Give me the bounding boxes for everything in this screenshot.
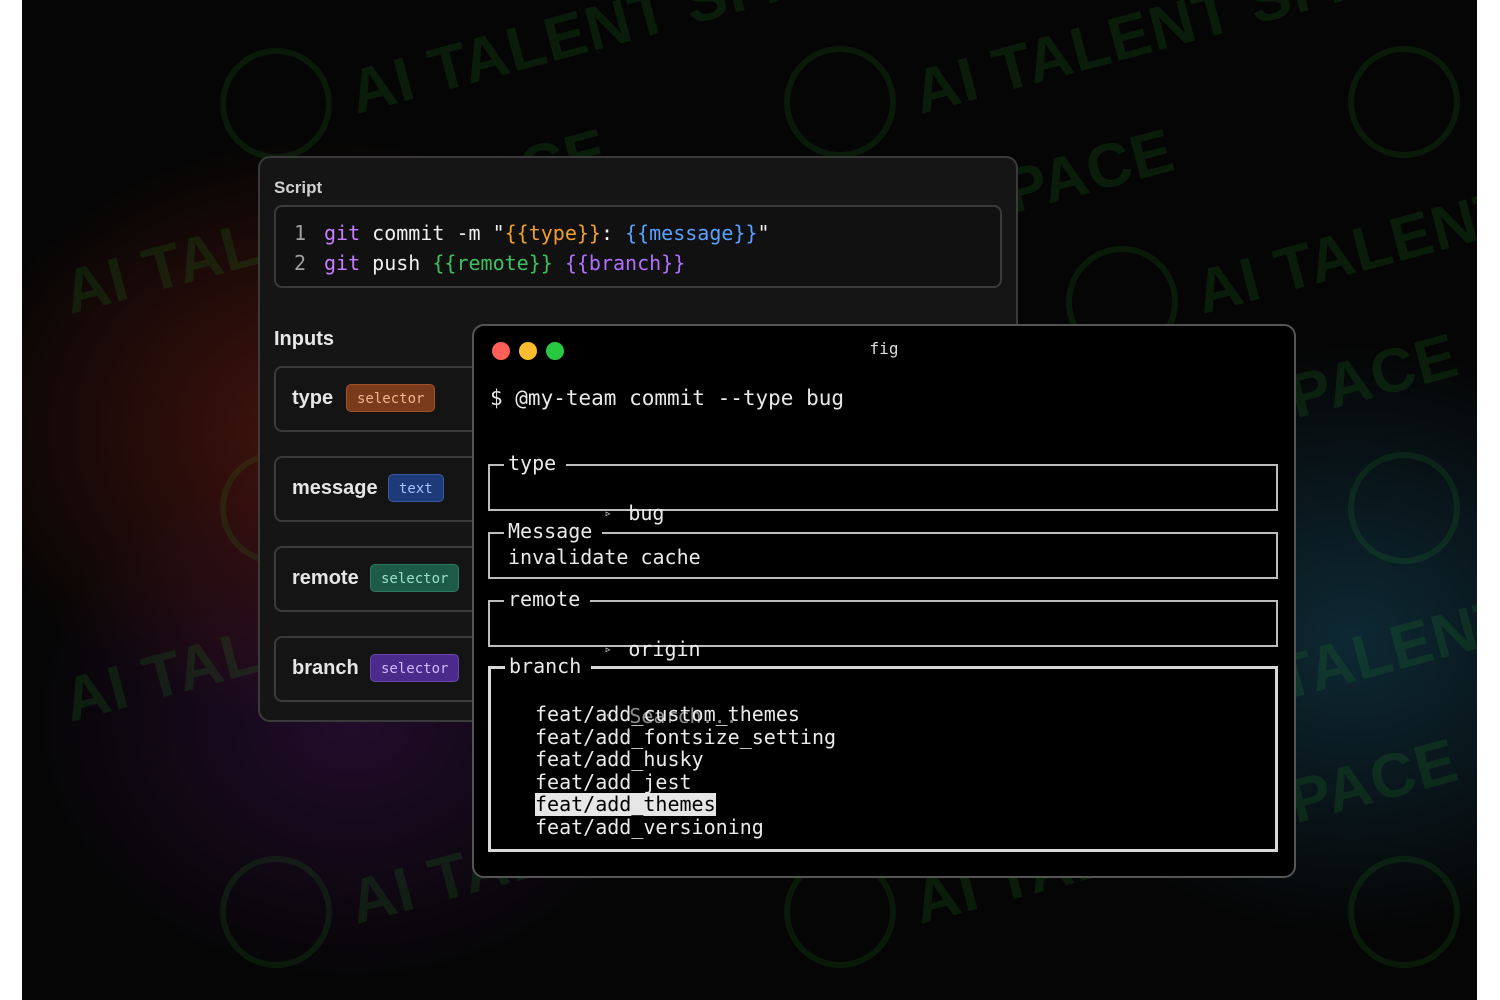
- input-name: message: [292, 477, 378, 499]
- script-section-title: Script: [274, 178, 323, 197]
- code-token: {{remote}}: [432, 251, 553, 275]
- script-code-editor[interactable]: 1 git commit -m "{{type}}: {{message}}" 2…: [274, 205, 1002, 288]
- branch-option[interactable]: feat/add_custom_themes: [535, 703, 800, 726]
- remote-field-label: remote: [504, 587, 591, 611]
- code-token: {{branch}}: [564, 251, 686, 275]
- code-line: 1 git commit -m "{{type}}: {{message}}": [294, 221, 770, 245]
- code-token: :: [600, 221, 626, 245]
- branch-option[interactable]: feat/add_jest: [535, 770, 692, 794]
- collapsed-caret-icon: ▹: [604, 642, 612, 656]
- watermark-logo-icon: [1348, 46, 1460, 158]
- watermark-logo-icon: [220, 856, 332, 968]
- message-field[interactable]: Message invalidate cache: [488, 519, 1278, 579]
- code-token: {{type}}: [504, 221, 601, 245]
- code-line: 2 git push {{remote}} {{branch}}: [294, 251, 685, 275]
- branch-field-label: branch: [505, 654, 592, 678]
- input-name: branch: [292, 657, 359, 679]
- inputs-section-title: Inputs: [274, 328, 334, 350]
- type-selected-value: bug: [628, 501, 665, 525]
- input-name: type: [292, 387, 334, 409]
- input-type-badge: selector: [370, 564, 460, 592]
- remote-field[interactable]: remote ▹ origin: [488, 587, 1278, 661]
- branch-option[interactable]: feat/add_husky: [535, 748, 704, 771]
- background: AI TALENT SPACE AI TALENT SPACE AI TALEN…: [22, 0, 1477, 1000]
- input-name: remote: [292, 567, 359, 589]
- input-type-badge: selector: [370, 654, 460, 682]
- branch-field[interactable]: branch ▿ Search... feat/add_custom_themes…: [488, 654, 1278, 852]
- code-token: ": [757, 221, 770, 245]
- input-type-badge: selector: [346, 384, 436, 412]
- watermark-logo-icon: [220, 48, 332, 160]
- code-token: push: [360, 251, 433, 275]
- branch-option[interactable]: feat/add_themes: [535, 793, 716, 817]
- terminal-title: fig: [869, 339, 899, 358]
- message-field-label: Message: [504, 519, 603, 543]
- code-token: commit -m ": [360, 221, 505, 245]
- line-number: 1: [294, 221, 307, 245]
- watermark-text: AI TALENT SPACE: [1188, 116, 1477, 328]
- type-field-label: type: [504, 451, 567, 475]
- code-token: {{message}}: [625, 221, 758, 245]
- line-number: 2: [294, 251, 307, 275]
- watermark-logo-icon: [784, 46, 896, 158]
- watermark-logo-icon: [1348, 856, 1460, 968]
- branch-option[interactable]: feat/add_fontsize_setting: [535, 725, 836, 749]
- remote-selected-value: origin: [628, 637, 701, 661]
- watermark-text: AI TALENT SPACE: [906, 0, 1466, 128]
- code-token: git: [324, 251, 361, 275]
- code-token: git: [324, 221, 361, 245]
- watermark-logo-icon: [1348, 452, 1460, 564]
- watermark-text: AI TALENT SPACE: [342, 0, 902, 128]
- input-type-badge: text: [388, 474, 444, 502]
- branch-option[interactable]: feat/add_versioning: [535, 816, 764, 839]
- message-field-value: invalidate cache: [508, 545, 701, 569]
- type-field[interactable]: type ▹ bug: [488, 451, 1278, 525]
- command-prompt: $ @my-team commit --type bug: [490, 386, 845, 410]
- terminal-window: fig $ @my-team commit --type bug type ▹ b…: [472, 324, 1296, 878]
- collapsed-caret-icon: ▹: [604, 506, 612, 520]
